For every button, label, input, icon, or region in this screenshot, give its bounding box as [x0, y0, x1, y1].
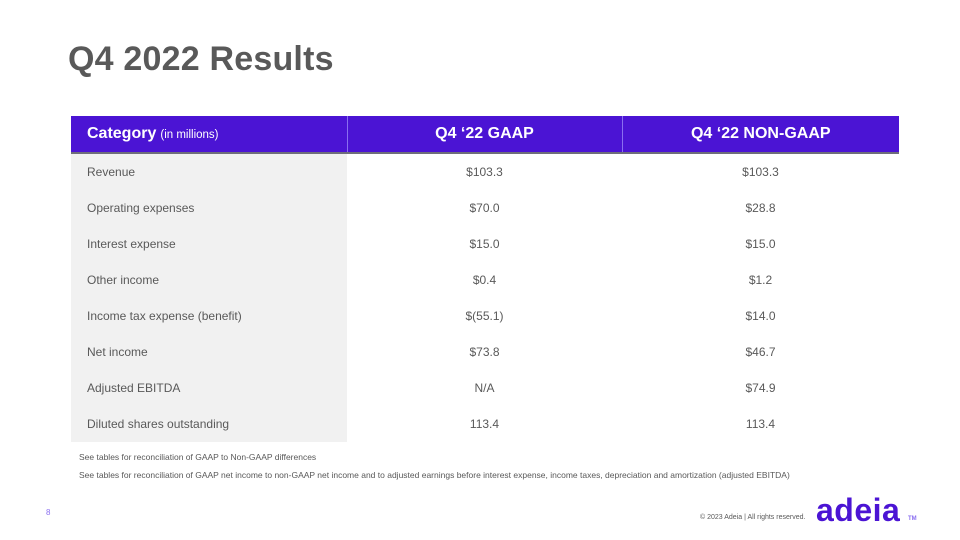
nongaap-value: $74.9: [622, 370, 899, 406]
row-label: Operating expenses: [71, 190, 347, 226]
table-row: Net income $73.8 $46.7: [71, 334, 899, 370]
table-row: Interest expense $15.0 $15.0: [71, 226, 899, 262]
nongaap-value: $28.8: [622, 190, 899, 226]
footnote: See tables for reconciliation of GAAP ne…: [79, 470, 790, 480]
row-label: Interest expense: [71, 226, 347, 262]
table-row: Income tax expense (benefit) $(55.1) $14…: [71, 298, 899, 334]
gaap-value: $70.0: [347, 190, 622, 226]
gaap-value: $0.4: [347, 262, 622, 298]
row-label: Adjusted EBITDA: [71, 370, 347, 406]
gaap-value: $73.8: [347, 334, 622, 370]
nongaap-value: $15.0: [622, 226, 899, 262]
row-label: Revenue: [71, 153, 347, 190]
table-row: Other income $0.4 $1.2: [71, 262, 899, 298]
table-row: Diluted shares outstanding 113.4 113.4: [71, 406, 899, 442]
gaap-value: $15.0: [347, 226, 622, 262]
table-row: Operating expenses $70.0 $28.8: [71, 190, 899, 226]
adeia-logo: adeia: [816, 492, 901, 528]
nongaap-value: $14.0: [622, 298, 899, 334]
gaap-value: $(55.1): [347, 298, 622, 334]
header-nongaap: Q4 ‘22 NON-GAAP: [621, 116, 899, 154]
header-category-label: Category: [87, 125, 157, 142]
header-category-unit: (in millions): [160, 129, 219, 141]
header-category: Category (in millions): [71, 116, 347, 154]
results-table: Category (in millions) Q4 ‘22 GAAP Q4 ‘22…: [71, 116, 899, 442]
header-gaap: Q4 ‘22 GAAP: [346, 116, 622, 154]
footnote: See tables for reconciliation of GAAP to…: [79, 452, 317, 462]
row-label: Diluted shares outstanding: [71, 406, 347, 442]
nongaap-value: $1.2: [622, 262, 899, 298]
slide-title: Q4 2022 Results: [68, 40, 334, 78]
copyright-notice: © 2023 Adeia | All rights reserved.: [700, 514, 806, 521]
row-label: Other income: [71, 262, 347, 298]
nongaap-value: $46.7: [622, 334, 899, 370]
trademark-mark: TM: [908, 516, 917, 522]
row-label: Income tax expense (benefit): [71, 298, 347, 334]
nongaap-value: 113.4: [622, 406, 899, 442]
table-row: Revenue $103.3 $103.3: [71, 153, 899, 190]
gaap-value: N/A: [347, 370, 622, 406]
footnotes: See tables for reconciliation of GAAP to…: [79, 450, 790, 486]
gaap-value: 113.4: [347, 406, 622, 442]
table-header-row: Category (in millions) Q4 ‘22 GAAP Q4 ‘22…: [71, 116, 899, 154]
page-number: 8: [46, 508, 51, 517]
table-row: Adjusted EBITDA N/A $74.9: [71, 370, 899, 406]
gaap-value: $103.3: [347, 153, 622, 190]
nongaap-value: $103.3: [622, 153, 899, 190]
row-label: Net income: [71, 334, 347, 370]
